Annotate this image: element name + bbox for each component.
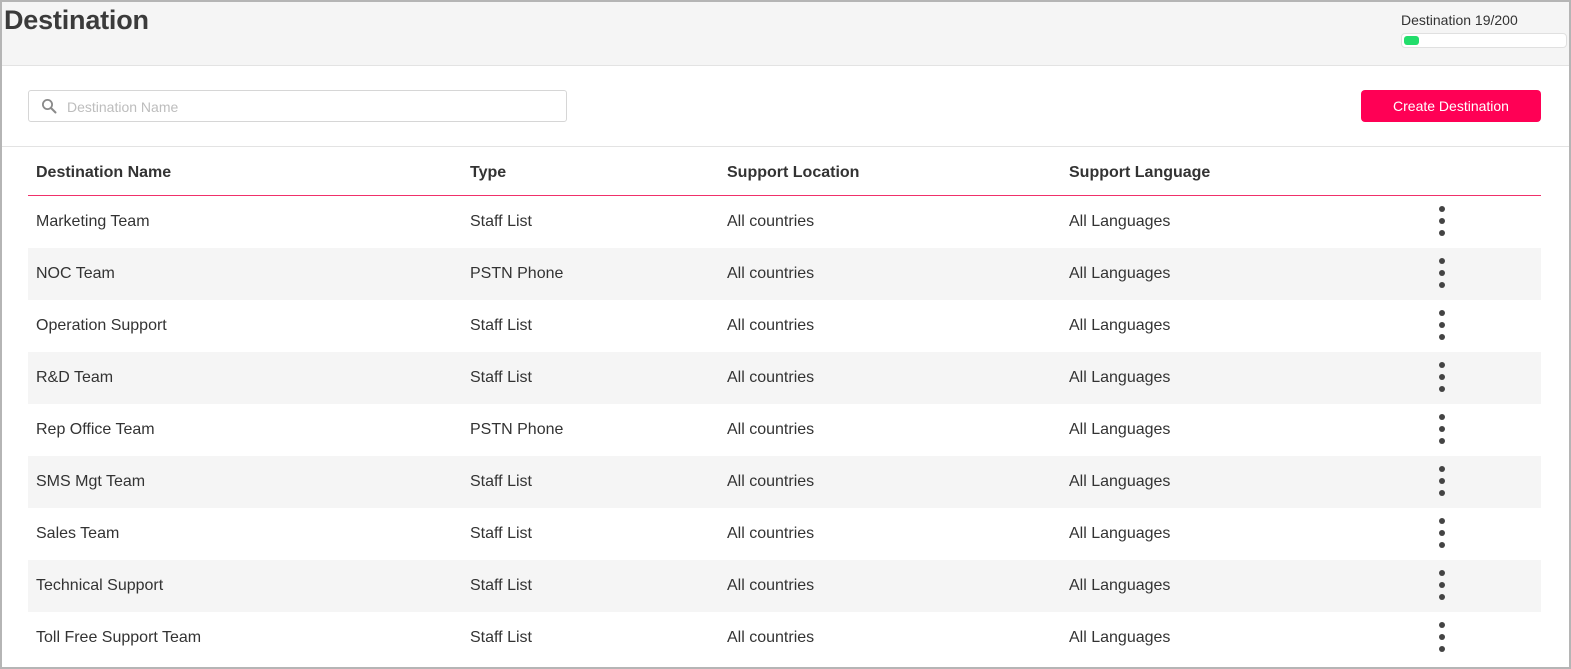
column-header-destination-name[interactable]: Destination Name bbox=[36, 164, 171, 182]
table-row[interactable]: Sales Team Staff List All countries All Lan… bbox=[28, 508, 1541, 560]
cell-destination-name: NOC Team bbox=[36, 265, 115, 282]
search-input[interactable] bbox=[65, 95, 549, 119]
cell-type: Staff List bbox=[470, 317, 532, 334]
column-header-support-location[interactable]: Support Location bbox=[727, 164, 859, 182]
cell-type: PSTN Phone bbox=[470, 265, 564, 282]
more-vertical-icon[interactable] bbox=[1433, 518, 1451, 548]
more-vertical-icon[interactable] bbox=[1433, 570, 1451, 600]
more-vertical-icon[interactable] bbox=[1433, 258, 1451, 288]
table-row[interactable]: Rep Office Team PSTN Phone All countries Al… bbox=[28, 404, 1541, 456]
table-row[interactable]: Marketing Team Staff List All countries All… bbox=[28, 196, 1541, 248]
cell-support-location: All countries bbox=[727, 213, 815, 230]
more-vertical-icon[interactable] bbox=[1433, 310, 1451, 340]
cell-support-location: All countries bbox=[727, 421, 815, 438]
page-header: Destination Destination 19/200 bbox=[2, 2, 1569, 66]
cell-support-language: All Languages bbox=[1069, 525, 1171, 542]
app-frame: Destination Destination 19/200 Create De… bbox=[0, 0, 1571, 669]
page-title: Destination bbox=[4, 5, 149, 35]
cell-destination-name: Sales Team bbox=[36, 525, 120, 542]
cell-support-location: All countries bbox=[727, 629, 815, 646]
search-box[interactable] bbox=[28, 90, 567, 122]
cell-support-language: All Languages bbox=[1069, 317, 1171, 334]
cell-support-language: All Languages bbox=[1069, 369, 1171, 386]
table-header: Destination Name Type Support Location S… bbox=[28, 149, 1541, 196]
quota-label: Destination 19/200 bbox=[1401, 12, 1518, 28]
cell-destination-name: SMS Mgt Team bbox=[36, 473, 146, 490]
cell-support-language: All Languages bbox=[1069, 473, 1171, 490]
table-row[interactable]: Operation Support Staff List All countries… bbox=[28, 300, 1541, 352]
more-vertical-icon[interactable] bbox=[1433, 466, 1451, 496]
cell-destination-name: R&D Team bbox=[36, 369, 114, 386]
cell-support-language: All Languages bbox=[1069, 629, 1171, 646]
cell-support-location: All countries bbox=[727, 369, 815, 386]
destination-table: Destination Name Type Support Location S… bbox=[28, 149, 1541, 664]
cell-support-location: All countries bbox=[727, 577, 815, 594]
cell-type: Staff List bbox=[470, 369, 532, 386]
cell-type: Staff List bbox=[470, 629, 532, 646]
cell-support-location: All countries bbox=[727, 265, 815, 282]
table-row[interactable]: Toll Free Support Team Staff List All coun… bbox=[28, 612, 1541, 664]
create-destination-button[interactable]: Create Destination bbox=[1361, 90, 1541, 122]
cell-support-language: All Languages bbox=[1069, 213, 1171, 230]
column-header-type[interactable]: Type bbox=[470, 164, 506, 182]
table-row[interactable]: SMS Mgt Team Staff List All countries All L… bbox=[28, 456, 1541, 508]
table-row[interactable]: Technical Support Staff List All countries… bbox=[28, 560, 1541, 612]
cell-type: PSTN Phone bbox=[470, 421, 564, 438]
more-vertical-icon[interactable] bbox=[1433, 362, 1451, 392]
quota-progress-fill bbox=[1404, 36, 1419, 45]
cell-type: Staff List bbox=[470, 213, 532, 230]
more-vertical-icon[interactable] bbox=[1433, 414, 1451, 444]
cell-support-language: All Languages bbox=[1069, 421, 1171, 438]
cell-destination-name: Toll Free Support Team bbox=[36, 629, 202, 646]
quota-progress-bar bbox=[1401, 33, 1567, 48]
cell-support-location: All countries bbox=[727, 317, 815, 334]
cell-support-language: All Languages bbox=[1069, 577, 1171, 594]
cell-support-location: All countries bbox=[727, 525, 815, 542]
table-row[interactable]: NOC Team PSTN Phone All countries All Langu… bbox=[28, 248, 1541, 300]
table-body: Marketing Team Staff List All countries All… bbox=[28, 196, 1541, 664]
toolbar: Create Destination bbox=[2, 66, 1569, 147]
cell-destination-name: Rep Office Team bbox=[36, 421, 155, 438]
cell-type: Staff List bbox=[470, 473, 532, 490]
column-header-support-language[interactable]: Support Language bbox=[1069, 164, 1210, 182]
cell-type: Staff List bbox=[470, 577, 532, 594]
cell-destination-name: Operation Support bbox=[36, 317, 167, 334]
more-vertical-icon[interactable] bbox=[1433, 206, 1451, 236]
more-vertical-icon[interactable] bbox=[1433, 622, 1451, 652]
table-row[interactable]: R&D Team Staff List All countries All Langu… bbox=[28, 352, 1541, 404]
cell-support-language: All Languages bbox=[1069, 265, 1171, 282]
cell-support-location: All countries bbox=[727, 473, 815, 490]
cell-type: Staff List bbox=[470, 525, 532, 542]
cell-destination-name: Marketing Team bbox=[36, 213, 150, 230]
cell-destination-name: Technical Support bbox=[36, 577, 164, 594]
search-icon bbox=[42, 99, 57, 114]
